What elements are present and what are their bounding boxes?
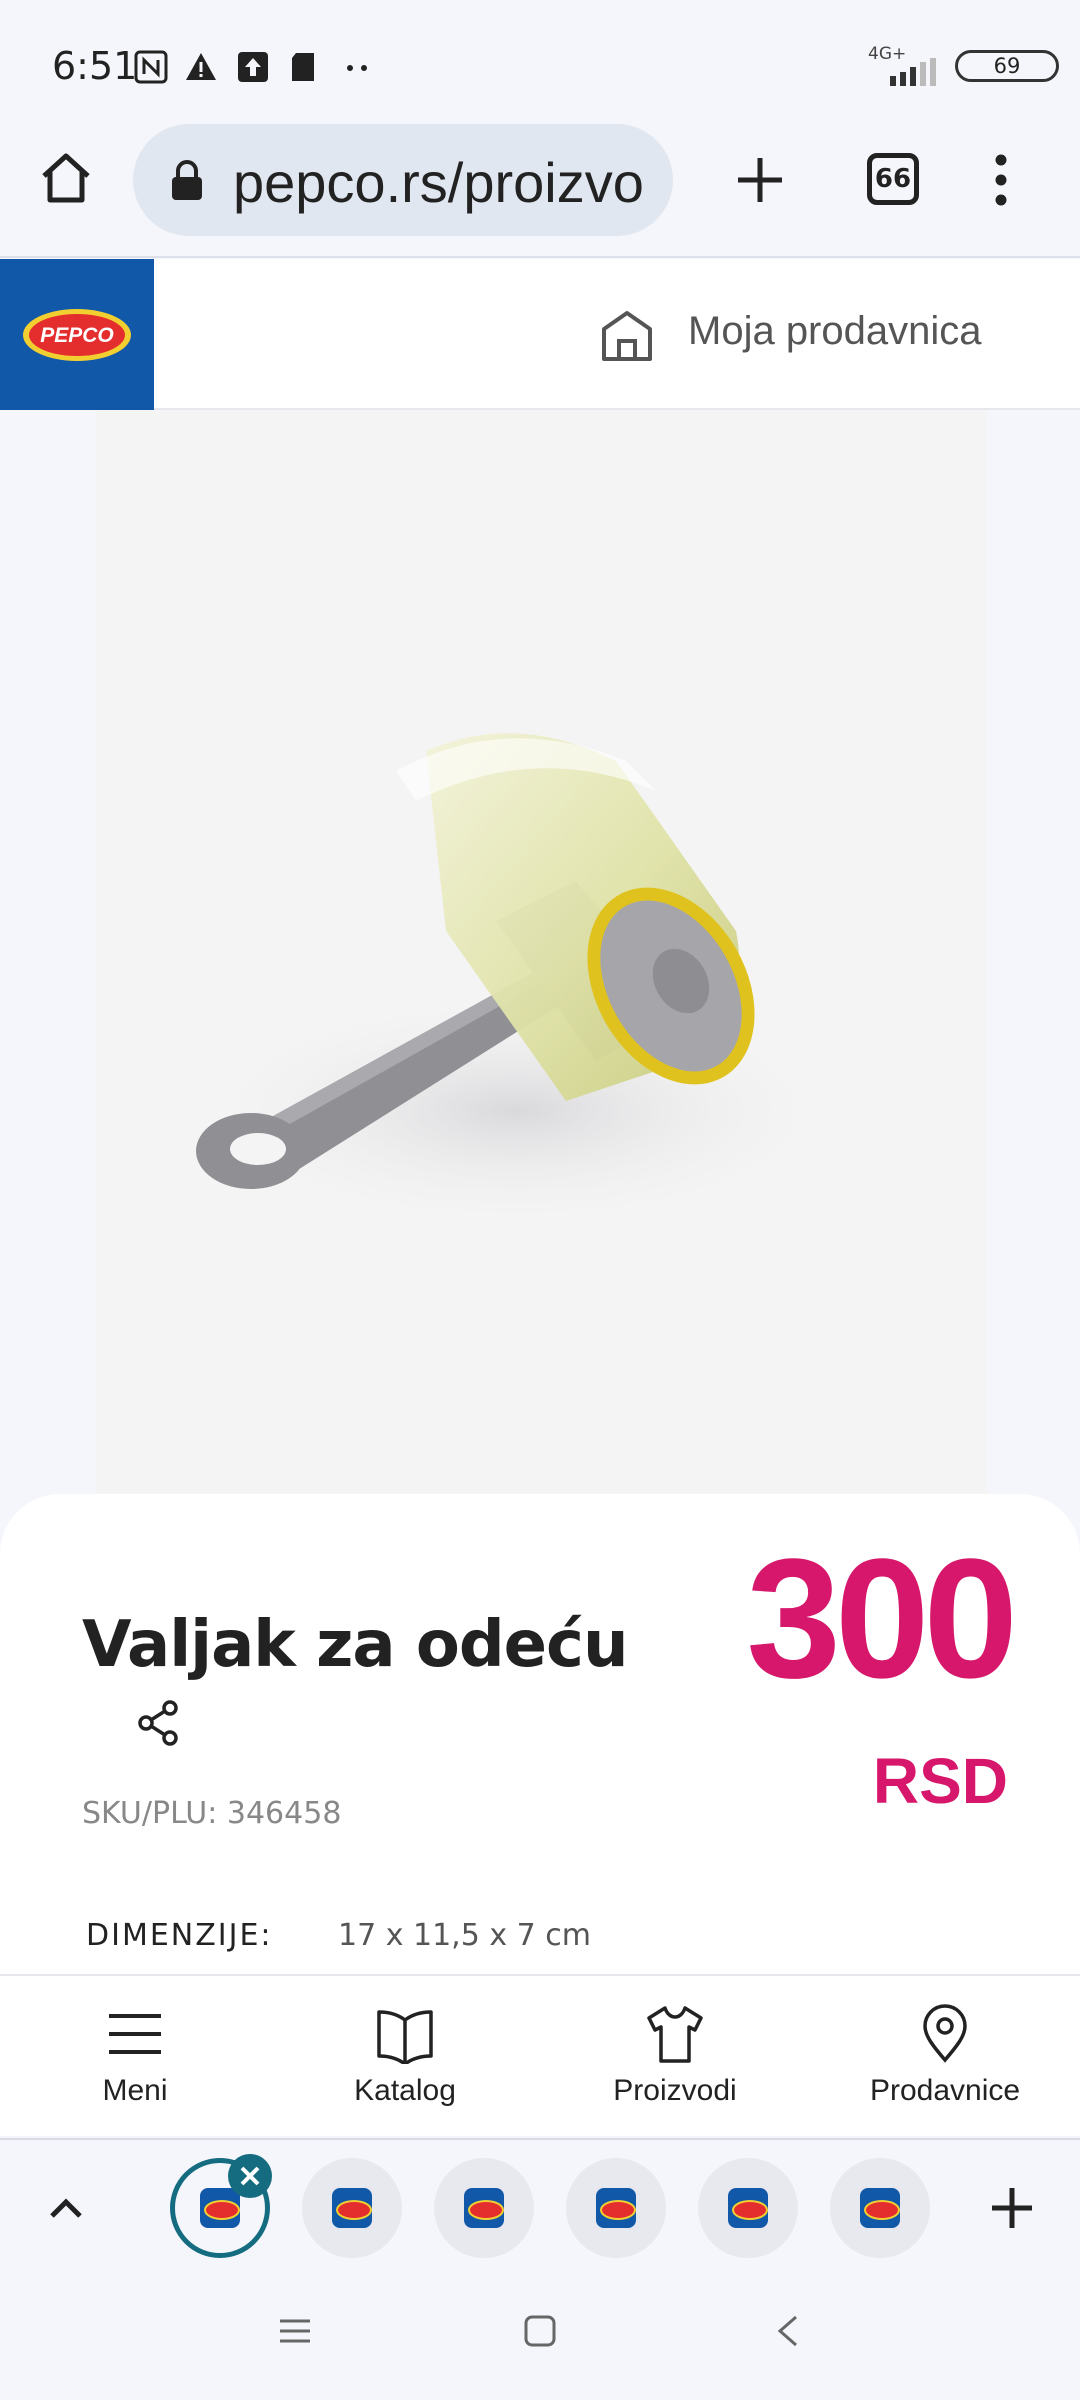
product-title: Valjak za odeću [82, 1608, 629, 1682]
status-time: 6:51 [52, 44, 138, 88]
system-nav-bar [0, 2272, 1080, 2400]
tab-favicon [464, 2188, 504, 2228]
tab-favicon [860, 2188, 900, 2228]
tab-favicon [332, 2188, 372, 2228]
pepco-logo-mark: PEPCO [23, 309, 131, 361]
tab-chip[interactable] [830, 2158, 930, 2258]
nav-label-products: Proizvodi [613, 2074, 737, 2107]
overflow-menu-icon[interactable] [986, 150, 1016, 210]
logo-text: PEPCO [40, 324, 114, 347]
site-header: PEPCO Moja prodavnica [0, 259, 1080, 410]
status-bar: 6:51 4G+ 69 [0, 0, 1080, 120]
browser-toolbar: pepco.rs/proizvo 66 [0, 120, 1080, 258]
nav-label-menu: Meni [102, 2074, 168, 2107]
nav-item-catalog[interactable]: Katalog [270, 1976, 540, 2138]
url-text: pepco.rs/proizvo [233, 151, 644, 214]
nav-label-stores: Prodavnice [869, 2074, 1021, 2107]
home-button-icon[interactable] [523, 2314, 557, 2348]
nav-label-catalog: Katalog [354, 2074, 456, 2107]
signal-icon [890, 58, 936, 86]
tab-chip[interactable] [434, 2158, 534, 2258]
dimensions-value: 17 x 11,5 x 7 cm [338, 1918, 591, 1953]
dimensions-label: DIMENZIJE: [86, 1918, 273, 1953]
alert-icon [186, 53, 216, 80]
nav-item-menu[interactable]: Meni [0, 1976, 270, 2138]
new-tab-icon[interactable] [732, 152, 788, 208]
product-sku: SKU/PLU: 346458 [82, 1796, 342, 1831]
price-amount: 300 [746, 1524, 1018, 1714]
book-icon [377, 2010, 433, 2064]
chevron-up-icon[interactable] [46, 2188, 86, 2228]
sd-card-icon [292, 53, 314, 81]
tab-favicon [728, 2188, 768, 2228]
add-tab-icon[interactable] [990, 2186, 1034, 2230]
back-icon[interactable] [774, 2314, 802, 2348]
site-bottom-nav: Meni Katalog Proizvodi Prodavnice [0, 1974, 1080, 2136]
upload-icon [238, 52, 268, 82]
nfc-icon [134, 50, 168, 84]
address-bar[interactable]: pepco.rs/proizvo [133, 124, 673, 236]
close-tab-button[interactable] [228, 2154, 272, 2198]
battery-indicator: 69 [955, 50, 1059, 82]
price-currency: RSD [872, 1745, 1008, 1817]
browser-tab-strip [0, 2138, 1080, 2272]
product-info-card: Valjak za odeću 300 RSD SKU/PLU: 346458 … [0, 1494, 1080, 1974]
more-dots-icon [347, 65, 367, 71]
recents-icon[interactable] [278, 2316, 312, 2346]
nav-item-stores[interactable]: Prodavnice [810, 1976, 1080, 2138]
lock-icon [172, 160, 202, 200]
tab-chip[interactable] [566, 2158, 666, 2258]
pepco-logo[interactable]: PEPCO [0, 259, 154, 410]
home-icon[interactable] [38, 150, 94, 206]
close-icon [240, 2166, 260, 2186]
lint-roller-image [186, 733, 846, 1231]
menu-icon [109, 2014, 161, 2054]
share-icon[interactable] [134, 1698, 184, 1748]
shirt-icon [647, 2006, 703, 2063]
tab-chip[interactable] [302, 2158, 402, 2258]
tab-switcher-button[interactable]: 66 [867, 153, 919, 205]
nav-item-products[interactable]: Proizvodi [540, 1976, 810, 2138]
product-image[interactable] [96, 411, 987, 1501]
my-store-link[interactable]: Moja prodavnica [688, 309, 982, 354]
tab-favicon [596, 2188, 636, 2228]
tab-chip[interactable] [698, 2158, 798, 2258]
tab-favicon [200, 2188, 240, 2228]
location-pin-icon [923, 2004, 967, 2063]
store-home-icon[interactable] [598, 307, 656, 365]
